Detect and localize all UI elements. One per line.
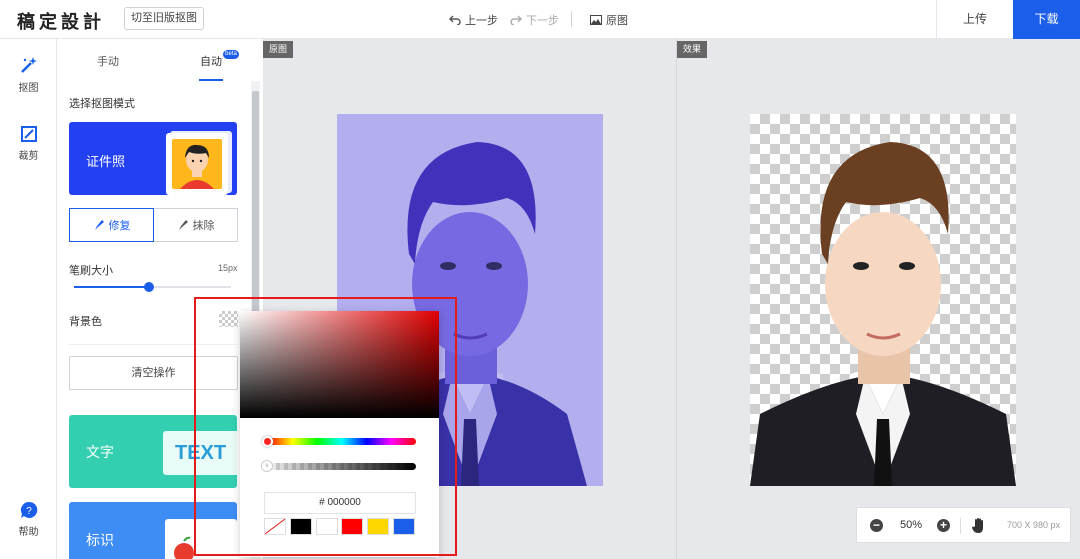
- app-logo: 稿定設計: [17, 12, 105, 32]
- mark-card-label: 标识: [86, 532, 114, 548]
- brush-size-label: 笔刷大小: [69, 265, 113, 277]
- slider-knob[interactable]: [144, 282, 154, 292]
- bg-color-swatch[interactable]: [219, 311, 238, 327]
- saturation-value-area[interactable]: [240, 311, 439, 418]
- left-nav: 抠图 裁剪 ? 帮助: [0, 39, 57, 559]
- tab-manual[interactable]: 手动: [97, 53, 119, 69]
- original-tag: 原图: [263, 41, 294, 58]
- preset-yellow[interactable]: [367, 518, 389, 535]
- upload-button[interactable]: 上传: [936, 0, 1013, 39]
- erase-label: 抹除: [192, 220, 215, 232]
- scrollbar-thumb[interactable]: [252, 91, 259, 315]
- color-picker-popover: v # 000000: [240, 311, 439, 557]
- slider-fill: [74, 286, 148, 288]
- text-card-label: 文字: [86, 444, 114, 460]
- undo-button[interactable]: 上一步: [449, 12, 498, 28]
- redo-icon: [510, 15, 522, 25]
- settings-panel: 手动 自动 beta 选择抠图模式 证件照 修复 抹除 笔刷大小 15px 背景…: [57, 39, 263, 559]
- help-label: 帮助: [18, 527, 39, 538]
- tab-auto[interactable]: 自动: [200, 53, 222, 69]
- zoom-out-button[interactable]: −: [870, 519, 883, 532]
- hue-knob[interactable]: [262, 436, 273, 447]
- bg-color-label: 背景色: [69, 316, 102, 328]
- apple-logo-icon: [174, 536, 194, 559]
- mode-title: 选择抠图模式: [69, 98, 135, 110]
- top-bar: 稿定設計 切至旧版抠图 上一步 下一步 原图 上传 下载: [0, 0, 1080, 39]
- brush-size-value: 15px: [218, 263, 238, 273]
- nav-label-cutout: 抠图: [18, 83, 39, 94]
- portrait-cutout: [750, 142, 1016, 486]
- zoom-in-button[interactable]: +: [937, 519, 950, 532]
- help-icon: ?: [20, 501, 37, 518]
- switch-old-version-button[interactable]: 切至旧版抠图: [124, 7, 204, 30]
- hand-pan-icon[interactable]: [971, 517, 987, 534]
- mark-illustration: [165, 519, 237, 559]
- zoom-toolbar: − 50% + 700 X 980 px: [856, 507, 1071, 543]
- text-sample: TEXT: [163, 431, 237, 475]
- toolbar-divider: [571, 11, 572, 27]
- avatar-illustration: [172, 139, 222, 189]
- magic-wand-icon: [20, 57, 37, 73]
- help-button[interactable]: ? 帮助: [0, 501, 57, 538]
- alpha-slider[interactable]: [268, 463, 416, 470]
- preset-blue[interactable]: [393, 518, 415, 535]
- id-photo-mode-card[interactable]: 证件照: [69, 122, 237, 195]
- preset-none[interactable]: [264, 518, 286, 535]
- crop-icon: [20, 126, 37, 142]
- erase-button[interactable]: 抹除: [153, 208, 238, 242]
- hex-input[interactable]: # 000000: [264, 492, 416, 514]
- original-label: 原图: [606, 15, 628, 27]
- preset-white[interactable]: [316, 518, 338, 535]
- beta-badge: beta: [223, 50, 239, 59]
- brush-size-slider[interactable]: [74, 282, 231, 292]
- svg-text:?: ?: [26, 506, 32, 517]
- image-icon: [590, 15, 602, 25]
- preset-black[interactable]: [290, 518, 312, 535]
- clear-operations-button[interactable]: 清空操作: [69, 356, 238, 390]
- undo-icon: [449, 15, 461, 25]
- no-color-icon: [264, 518, 286, 535]
- download-button[interactable]: 下载: [1013, 0, 1080, 39]
- nav-item-crop[interactable]: 裁剪: [0, 125, 57, 162]
- nav-item-cutout[interactable]: 抠图: [0, 55, 57, 94]
- redo-button[interactable]: 下一步: [510, 12, 559, 28]
- preset-red[interactable]: [341, 518, 363, 535]
- redo-label: 下一步: [526, 15, 559, 27]
- id-photo-label: 证件照: [86, 154, 126, 169]
- repair-label: 修复: [108, 220, 131, 232]
- logo-mark-card[interactable]: 标识: [69, 502, 237, 559]
- nav-label-crop: 裁剪: [18, 151, 39, 162]
- eraser-brush-icon: [178, 220, 188, 230]
- repair-button[interactable]: 修复: [69, 208, 154, 242]
- zoom-divider: [960, 518, 961, 534]
- zoom-value: 50%: [900, 519, 923, 531]
- divider: [69, 344, 237, 345]
- active-tab-indicator: [199, 79, 223, 81]
- brush-icon: [94, 220, 104, 230]
- image-dimensions: 700 X 980 px: [1007, 520, 1061, 530]
- text-card[interactable]: 文字 TEXT: [69, 415, 237, 488]
- id-photo-illustration: [166, 133, 228, 195]
- undo-label: 上一步: [465, 15, 498, 27]
- alpha-knob[interactable]: v: [261, 460, 273, 472]
- result-image[interactable]: [750, 114, 1016, 486]
- hue-slider[interactable]: [268, 438, 416, 445]
- view-original-button[interactable]: 原图: [590, 12, 628, 28]
- result-tag: 效果: [677, 41, 708, 58]
